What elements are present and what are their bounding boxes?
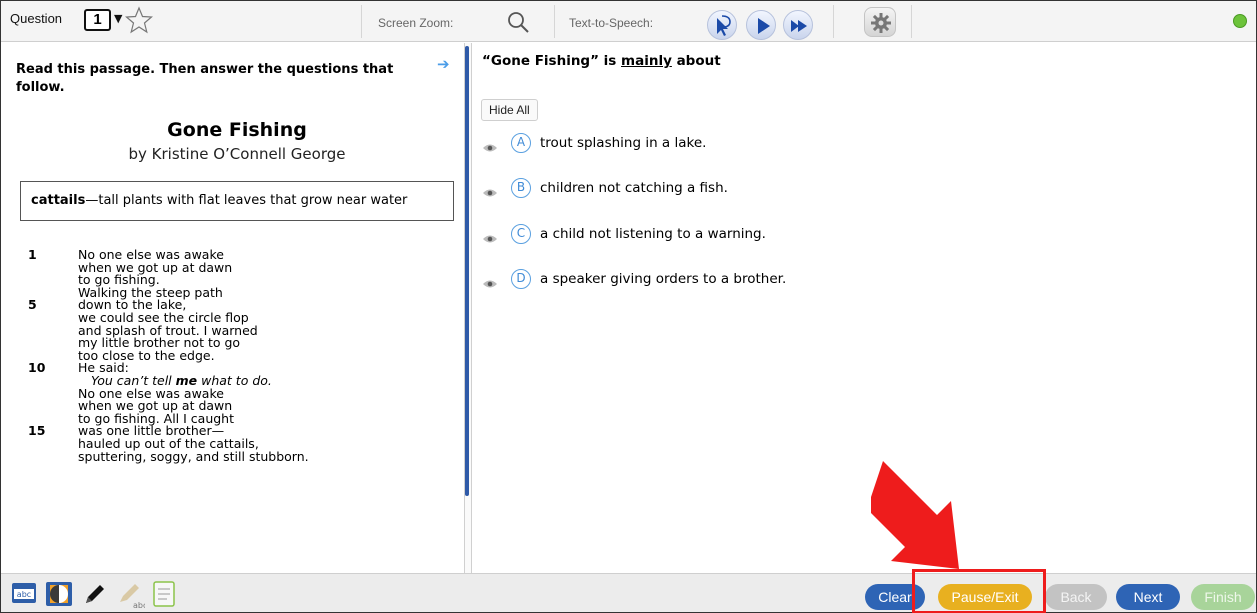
color-contrast-tool-icon[interactable] bbox=[45, 580, 73, 612]
poem-line: to go fishing. bbox=[78, 272, 160, 288]
question-number-select[interactable]: 1 bbox=[84, 9, 111, 31]
passage-instruction: Read this passage. Then answer the quest… bbox=[16, 62, 394, 95]
answer-choice-d[interactable]: D a speaker giving orders to a brother. bbox=[482, 268, 1182, 292]
toolbar-separator bbox=[833, 5, 834, 38]
glossary-definition: —tall plants with flat leaves that grow … bbox=[85, 193, 408, 208]
question-label: Question bbox=[10, 11, 63, 26]
pencil-icon[interactable] bbox=[81, 580, 109, 612]
poem-line: when we got up at dawn bbox=[78, 259, 233, 275]
choice-text[interactable]: children not catching a fish. bbox=[540, 180, 728, 196]
eye-icon[interactable] bbox=[482, 274, 498, 293]
passage-title: Gone Fishing bbox=[167, 119, 307, 141]
poem: 1 No one else was awake when we got up at… bbox=[2, 247, 462, 464]
chevron-down-icon[interactable]: ▼ bbox=[114, 12, 122, 25]
pointer-speech-icon bbox=[717, 15, 731, 36]
poem-line: 1 No one else was awake bbox=[28, 247, 224, 262]
glossary-term: cattails bbox=[31, 193, 86, 208]
highlight-box-annotation bbox=[912, 569, 1046, 613]
tts-play-button[interactable] bbox=[746, 10, 776, 40]
tts-fast-forward-button[interactable] bbox=[783, 10, 813, 40]
play-icon bbox=[758, 18, 770, 34]
connection-status-indicator bbox=[1233, 14, 1247, 28]
settings-button[interactable] bbox=[864, 7, 896, 37]
poem-line: No one else was awake bbox=[78, 385, 224, 401]
hide-all-button[interactable]: Hide All bbox=[481, 99, 538, 121]
next-button[interactable]: Next bbox=[1116, 584, 1180, 610]
poem-line: You can’t tell me what to do. bbox=[91, 372, 272, 388]
choice-bubble[interactable]: C bbox=[511, 224, 531, 244]
toolbar-separator bbox=[554, 5, 555, 38]
poem-line: my little brother not to go bbox=[78, 335, 241, 351]
passage-author: by Kristine O’Connell George bbox=[128, 145, 346, 163]
passage-pane: Read this passage. Then answer the quest… bbox=[2, 43, 464, 573]
answer-choice-a[interactable]: A trout splashing in a lake. bbox=[482, 132, 1182, 156]
poem-line: Walking the steep path bbox=[78, 284, 223, 300]
screen-zoom-label: Screen Zoom: bbox=[378, 16, 454, 30]
toolbar-separator bbox=[911, 5, 912, 38]
red-arrow-annotation bbox=[871, 461, 959, 569]
poem-line: sputtering, soggy, and still stubborn. bbox=[78, 448, 309, 464]
poem-line: to go fishing. All I caught bbox=[78, 410, 235, 426]
choice-text[interactable]: a speaker giving orders to a brother. bbox=[540, 271, 786, 287]
arrow-right-icon[interactable]: ➔ bbox=[437, 55, 450, 73]
passage-scrollbar[interactable] bbox=[465, 46, 469, 496]
choice-bubble[interactable]: A bbox=[511, 133, 531, 153]
gear-icon bbox=[871, 13, 891, 33]
poem-line: too close to the edge. bbox=[78, 347, 215, 363]
svg-text:abc: abc bbox=[133, 601, 145, 610]
fast-forward-icon bbox=[791, 20, 807, 32]
highlighter-icon[interactable]: abc bbox=[115, 580, 147, 613]
tts-label: Text-to-Speech: bbox=[569, 16, 654, 30]
choice-text[interactable]: a child not listening to a warning. bbox=[540, 226, 766, 242]
choice-bubble[interactable]: B bbox=[511, 178, 531, 198]
choice-text[interactable]: trout splashing in a lake. bbox=[540, 135, 706, 151]
choice-bubble[interactable]: D bbox=[511, 269, 531, 289]
bottom-toolbar: abc abc Clear Pause/Exit Back Next Finis… bbox=[1, 573, 1256, 612]
magnifier-icon[interactable] bbox=[506, 10, 530, 38]
answer-choice-c[interactable]: C a child not listening to a warning. bbox=[482, 223, 1182, 247]
glossary-box: cattails—tall plants with flat leaves th… bbox=[20, 181, 454, 221]
eye-icon[interactable] bbox=[482, 138, 498, 157]
tts-select-button[interactable] bbox=[707, 10, 737, 40]
top-toolbar: Question 1 ▼ Screen Zoom: Text-to-Speech… bbox=[1, 1, 1256, 42]
question-stem: “Gone Fishing” is mainly about bbox=[482, 53, 721, 69]
finish-button[interactable]: Finish bbox=[1191, 584, 1255, 610]
star-icon[interactable] bbox=[124, 6, 154, 38]
eye-icon[interactable] bbox=[482, 183, 498, 202]
notepad-icon[interactable] bbox=[151, 580, 177, 612]
answer-choice-b[interactable]: B children not catching a fish. bbox=[482, 177, 1182, 201]
svg-text:abc: abc bbox=[17, 590, 31, 599]
toolbar-separator bbox=[361, 5, 362, 38]
back-button[interactable]: Back bbox=[1045, 584, 1107, 610]
eye-icon[interactable] bbox=[482, 229, 498, 248]
line-reader-tool-icon[interactable]: abc bbox=[11, 580, 37, 610]
